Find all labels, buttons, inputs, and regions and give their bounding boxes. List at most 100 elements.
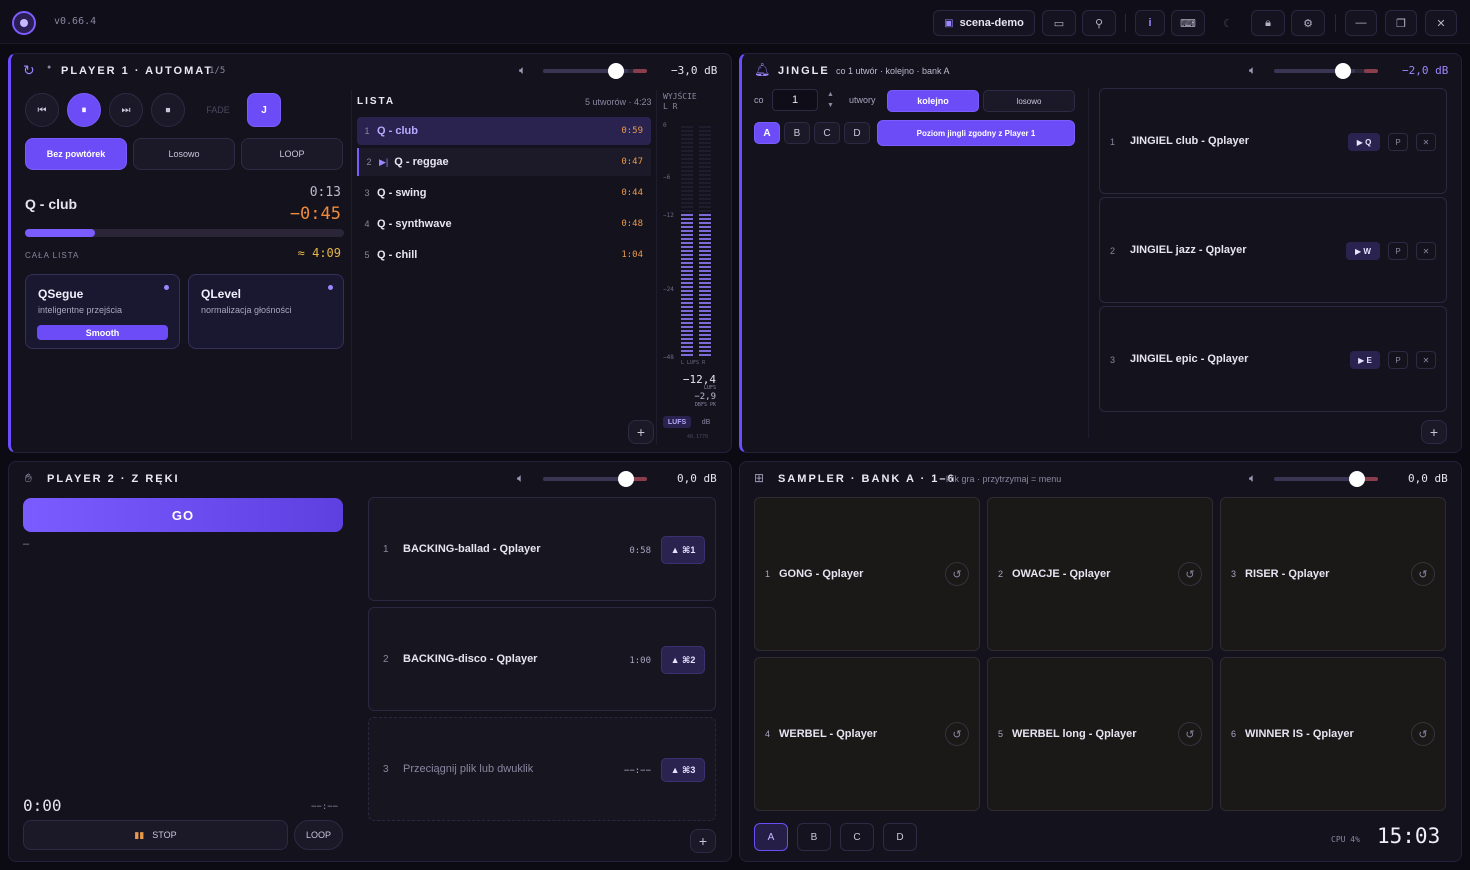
every-stepper[interactable]: ▲ ▼ — [827, 89, 834, 111]
play-hotkey-button[interactable]: ▶ E — [1350, 351, 1380, 369]
jingle-item[interactable]: 2 JINGIEL jazz - Qplayer ▶ W P ✕ — [1099, 197, 1447, 303]
hotkey-button[interactable]: ▲ ⌘3 — [661, 758, 705, 782]
hotkey-button[interactable]: ▲ ⌘1 — [661, 536, 705, 564]
sampler-pad[interactable]: 1 GONG - Qplayer ↺ — [754, 497, 980, 651]
meter-segment — [699, 130, 711, 132]
sampler-volume-slider[interactable] — [1274, 471, 1378, 487]
progress-bar[interactable] — [25, 229, 344, 237]
sampler-bank-c[interactable]: C — [840, 823, 874, 851]
bank-a-button[interactable]: A — [754, 122, 780, 144]
list-item[interactable]: 2 ▶| Q - reggae 0:47 — [357, 148, 651, 176]
undo-icon[interactable]: ↺ — [1411, 562, 1435, 586]
backing-item[interactable]: 1 BACKING-ballad - Qplayer 0:58 ▲ ⌘1 — [368, 497, 716, 601]
sampler-pad[interactable]: 3 RISER - Qplayer ↺ — [1220, 497, 1446, 651]
remove-button[interactable]: ✕ — [1416, 242, 1436, 260]
qlevel-card[interactable]: QLevel normalizacja głośności — [188, 274, 344, 349]
keyboard-button[interactable]: ⌨ — [1171, 10, 1205, 36]
meter-segment — [681, 318, 693, 320]
jingle-item[interactable]: 3 JINGIEL epic - Qplayer ▶ E P ✕ — [1099, 306, 1447, 412]
backing-item[interactable]: 2 BACKING-disco - Qplayer 1:00 ▲ ⌘2 — [368, 607, 716, 711]
stop-button[interactable]: ▮▮ STOP — [23, 820, 288, 850]
volume-knob[interactable] — [608, 63, 624, 79]
maximize-button[interactable]: ❐ — [1385, 10, 1417, 36]
jingle-level-button[interactable]: Poziom jingli zgodny z Player 1 — [877, 120, 1075, 146]
list-item[interactable]: 4 Q - synthwave 0:48 — [357, 210, 651, 238]
sampler-pad[interactable]: 6 WINNER IS - Qplayer ↺ — [1220, 657, 1446, 811]
minimize-button[interactable]: — — [1345, 10, 1377, 36]
next-button[interactable]: ⏭ — [109, 93, 143, 127]
bank-d-button[interactable]: D — [844, 122, 870, 144]
close-button[interactable]: ✕ — [1425, 10, 1457, 36]
play-hotkey-button[interactable]: ▶ Q — [1348, 133, 1380, 151]
backing-drop-slot[interactable]: 3 Przeciągnij plik lub dwuklik −−:−− ▲ ⌘… — [368, 717, 716, 821]
lock-button[interactable]: 🔒︎ — [1251, 10, 1285, 36]
qsegue-badge[interactable]: Smooth — [37, 325, 168, 340]
meter-segment — [681, 346, 693, 348]
list-item[interactable]: 3 Q - swing 0:44 — [357, 179, 651, 207]
list-item[interactable]: 5 Q - chill 1:04 — [357, 241, 651, 269]
add-jingle-button[interactable]: + — [1421, 420, 1447, 444]
volume-knob[interactable] — [1335, 63, 1351, 79]
bank-c-button[interactable]: C — [814, 122, 840, 144]
list-item[interactable]: 1 Q - club 0:59 — [357, 117, 651, 145]
sampler-pad[interactable]: 5 WERBEL long - Qplayer ↺ — [987, 657, 1213, 811]
sampler-pad[interactable]: 4 WERBEL - Qplayer ↺ — [754, 657, 980, 811]
meter-segment — [681, 246, 693, 248]
volume-knob[interactable] — [618, 471, 634, 487]
undo-icon[interactable]: ↺ — [1178, 562, 1202, 586]
stop-button[interactable]: ⏹ — [151, 93, 185, 127]
mode-loop-button[interactable]: LOOP — [241, 138, 343, 170]
jingle-volume-slider[interactable] — [1274, 63, 1378, 79]
undo-icon[interactable]: ↺ — [1178, 722, 1202, 746]
info-button[interactable]: i — [1135, 10, 1165, 36]
player1-volume-slider[interactable] — [543, 63, 647, 79]
hotkey-button[interactable]: ▲ ⌘2 — [661, 646, 705, 674]
loop-button[interactable]: LOOP — [294, 820, 343, 850]
sampler-bank-a[interactable]: A — [754, 823, 788, 851]
remove-button[interactable]: ✕ — [1416, 133, 1436, 151]
remove-button[interactable]: ✕ — [1416, 351, 1436, 369]
item-title: BACKING-disco - Qplayer — [403, 653, 538, 665]
every-input[interactable]: 1 — [772, 89, 818, 111]
undo-icon[interactable]: ↺ — [945, 562, 969, 586]
fade-button[interactable]: FADE — [201, 93, 235, 127]
chevron-down-icon[interactable]: ▼ — [827, 102, 834, 109]
sampler-bank-b[interactable]: B — [797, 823, 831, 851]
qsegue-card[interactable]: QSegue inteligentne przejścia Smooth — [25, 274, 180, 349]
order-random-button[interactable]: losowo — [983, 90, 1075, 112]
jingle-item[interactable]: 1 JINGIEL club - Qplayer ▶ Q P ✕ — [1099, 88, 1447, 194]
sampler-bank-d[interactable]: D — [883, 823, 917, 851]
play-hotkey-button[interactable]: ▶ W — [1346, 242, 1380, 260]
undo-icon[interactable]: ↺ — [945, 722, 969, 746]
preview-button[interactable]: P — [1388, 133, 1408, 151]
mode-random-button[interactable]: Losowo — [133, 138, 235, 170]
pip-button[interactable]: ▭ — [1042, 10, 1076, 36]
sampler-pad[interactable]: 2 OWACJE - Qplayer ↺ — [987, 497, 1213, 651]
add-backing-button[interactable]: + — [690, 829, 716, 853]
preview-button[interactable]: P — [1388, 242, 1408, 260]
item-title: Q - chill — [377, 249, 418, 261]
volume-icon: 🔈︎ — [517, 471, 525, 485]
mode-db-button[interactable]: dB — [695, 416, 717, 428]
j-button[interactable]: J — [247, 93, 281, 127]
chevron-up-icon[interactable]: ▲ — [827, 91, 834, 98]
pause-button[interactable]: ⏸ — [67, 93, 101, 127]
pin-button[interactable]: ⚲ — [1082, 10, 1116, 36]
bank-b-button[interactable]: B — [784, 122, 810, 144]
pad-title: WINNER IS - Qplayer — [1245, 728, 1354, 740]
mode-lufs-button[interactable]: LUFS — [663, 416, 691, 428]
volume-knob[interactable] — [1349, 471, 1365, 487]
next-cue-icon: ▶| — [379, 156, 389, 167]
add-track-button[interactable]: + — [628, 420, 654, 444]
go-button[interactable]: GO — [23, 498, 343, 532]
meter-segment — [681, 206, 693, 208]
undo-icon[interactable]: ↺ — [1411, 722, 1435, 746]
order-sequential-button[interactable]: kolejno — [887, 90, 979, 112]
preview-button[interactable]: P — [1388, 351, 1408, 369]
scene-button[interactable]: ▣ scena-demo — [933, 10, 1035, 36]
mode-no-repeat-button[interactable]: Bez powtórek — [25, 138, 127, 170]
settings-button[interactable]: ⚙ — [1291, 10, 1325, 36]
theme-button[interactable]: ☾ — [1211, 10, 1245, 36]
previous-button[interactable]: ⏮ — [25, 93, 59, 127]
player2-volume-slider[interactable] — [543, 471, 647, 487]
